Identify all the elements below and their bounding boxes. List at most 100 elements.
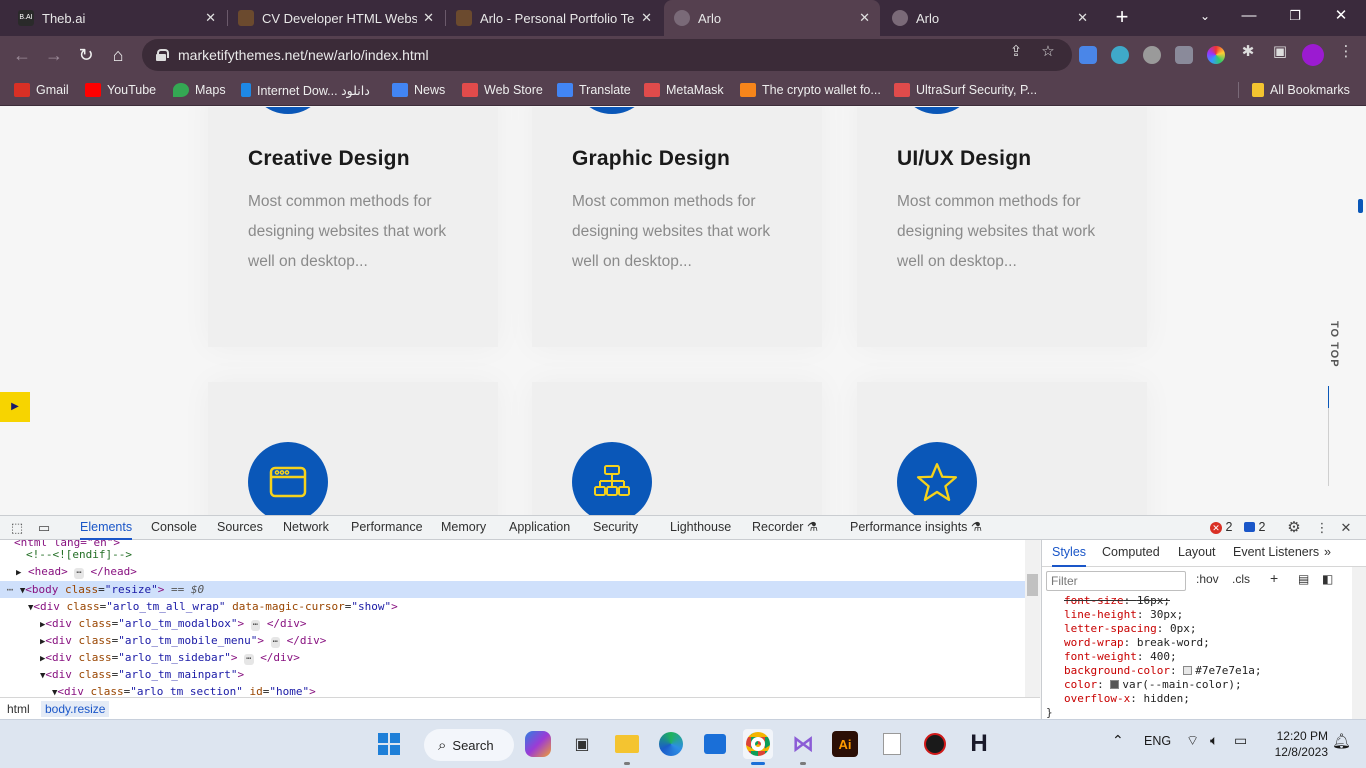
dom-node-div[interactable]: ▼<div class="arlo_tm_section" id="home"> <box>52 683 1040 697</box>
bookmark-internet-download[interactable]: Internet Dow... دانلود <box>241 80 370 100</box>
css-declaration[interactable]: font-size: 16px; <box>1064 594 1170 608</box>
dom-scrollbar[interactable] <box>1025 540 1040 697</box>
hover-state-toggle[interactable]: :hov <box>1196 572 1219 586</box>
tab-performance-insights[interactable]: Performance insights ⚗ <box>850 516 982 540</box>
browser-tab[interactable]: Arlo - Personal Portfolio Tem ✕ <box>446 0 662 36</box>
forward-button[interactable]: → <box>40 41 68 69</box>
notification-bell-icon[interactable]: 🔔︎ <box>1332 732 1351 750</box>
bookmark-star-icon[interactable]: ☆ <box>1038 42 1058 62</box>
close-tab-icon[interactable]: ✕ <box>859 10 870 26</box>
message-count[interactable]: 2 <box>1244 516 1265 540</box>
visual-studio-icon[interactable]: ⋈ <box>788 729 818 759</box>
close-devtools-icon[interactable]: ✕ <box>1337 519 1355 537</box>
service-card[interactable] <box>532 382 822 515</box>
new-rule-icon[interactable]: + <box>1270 570 1278 586</box>
service-card[interactable]: Graphic Design Most common methods for d… <box>532 107 822 347</box>
css-declaration[interactable]: background-color: #7e7e7e1a; <box>1064 664 1261 678</box>
task-view-icon[interactable]: ▣ <box>567 729 597 759</box>
tab-security[interactable]: Security <box>593 516 638 540</box>
service-card[interactable] <box>208 382 498 515</box>
extension-icon[interactable] <box>1111 46 1129 64</box>
styles-filter-input[interactable]: Filter <box>1046 571 1186 591</box>
menu-dots-icon[interactable]: ⋮ <box>1336 42 1356 62</box>
bookmark-maps[interactable]: Maps <box>173 80 226 100</box>
error-count[interactable]: ✕ 2 <box>1210 516 1232 540</box>
dom-node-div[interactable]: ▶<div class="arlo_tm_sidebar"> ⋯ </div> <box>40 649 1040 666</box>
tab-network[interactable]: Network <box>283 516 329 540</box>
wifi-icon[interactable]: ⌔ <box>1186 732 1199 750</box>
tab-recorder[interactable]: Recorder ⚗ <box>752 516 818 540</box>
file-explorer-icon[interactable] <box>612 729 642 759</box>
bookmark-youtube[interactable]: YouTube <box>85 80 156 100</box>
tab-layout[interactable]: Layout <box>1178 545 1216 567</box>
inspect-element-icon[interactable]: ⬚ <box>8 519 26 537</box>
tab-memory[interactable]: Memory <box>441 516 486 540</box>
close-tab-icon[interactable]: ✕ <box>641 10 652 26</box>
service-card[interactable] <box>857 382 1147 515</box>
css-declaration[interactable]: font-weight: 400; <box>1064 650 1177 664</box>
tab-styles[interactable]: Styles <box>1052 545 1087 567</box>
close-tab-icon[interactable]: ✕ <box>1077 10 1088 26</box>
chrome-icon[interactable] <box>743 729 773 759</box>
bookmark-news[interactable]: News <box>392 80 445 100</box>
tab-application[interactable]: Application <box>509 516 570 540</box>
h-app-icon[interactable]: H <box>964 729 994 759</box>
reload-button[interactable]: ↻ <box>72 41 100 69</box>
color-swatch[interactable] <box>1183 666 1193 675</box>
tab-lighthouse[interactable]: Lighthouse <box>670 516 731 540</box>
close-window-button[interactable]: ✕ <box>1318 0 1364 36</box>
browser-tab[interactable]: B.AI Theb.ai ✕ <box>8 0 226 36</box>
tab-sources[interactable]: Sources <box>217 516 263 540</box>
close-tab-icon[interactable]: ✕ <box>423 10 434 26</box>
css-declaration[interactable]: color: var(--main-color); <box>1064 678 1242 692</box>
file-icon[interactable] <box>877 729 907 759</box>
minimize-button[interactable]: — <box>1226 0 1272 36</box>
language-indicator[interactable]: ENG <box>1144 734 1171 748</box>
css-declaration[interactable]: overflow-x: hidden; <box>1064 692 1190 706</box>
devtools-menu-icon[interactable]: ⋮ <box>1313 519 1331 537</box>
dom-node-div[interactable]: ▶<div class="arlo_tm_modalbox"> ⋯ </div> <box>40 615 1040 632</box>
to-top-link[interactable]: TO TOP <box>1318 321 1340 368</box>
bookmark-translate[interactable]: Translate <box>557 80 631 100</box>
browser-tab[interactable]: CV Developer HTML Website ✕ <box>228 0 444 36</box>
illustrator-icon[interactable]: Ai <box>832 731 858 757</box>
app-icon[interactable] <box>920 729 950 759</box>
translate-extension-icon[interactable] <box>1079 46 1097 64</box>
dom-node-div[interactable]: ▶<div class="arlo_tm_mobile_menu"> ⋯ </d… <box>40 632 1040 649</box>
tab-search-icon[interactable]: ⌄ <box>1182 0 1228 36</box>
show-hidden-icons[interactable]: ⌃ <box>1112 732 1124 749</box>
service-card[interactable]: Creative Design Most common methods for … <box>208 107 498 347</box>
color-extension-icon[interactable] <box>1207 46 1225 64</box>
color-swatch[interactable] <box>1110 680 1120 689</box>
camera-extension-icon[interactable] <box>1143 46 1161 64</box>
profile-avatar[interactable] <box>1302 44 1324 66</box>
more-tabs-icon[interactable]: » <box>1324 545 1331 567</box>
bookmark-crypto-wallet[interactable]: The crypto wallet fo... <box>740 80 881 100</box>
css-declaration[interactable]: line-height: 30px; <box>1064 608 1183 622</box>
dom-scrollbar-thumb[interactable] <box>1027 574 1038 596</box>
bookmark-ultrasurf[interactable]: UltraSurf Security, P... <box>894 80 1037 100</box>
bookmark-metamask[interactable]: MetaMask <box>644 80 724 100</box>
bookmark-web-store[interactable]: Web Store <box>462 80 543 100</box>
device-toolbar-icon[interactable]: ▭ <box>35 519 53 537</box>
dom-node-div[interactable]: ▼<div class="arlo_tm_all_wrap" data-magi… <box>28 598 1040 615</box>
back-button[interactable]: ← <box>8 41 36 69</box>
css-declaration[interactable]: word-wrap: break-word; <box>1064 636 1210 650</box>
breadcrumb-html[interactable]: html <box>3 701 34 717</box>
browser-tab[interactable]: Arlo ✕ <box>882 0 1098 36</box>
battery-icon[interactable]: ▭ <box>1234 732 1247 749</box>
volume-icon[interactable]: 🔈︎ <box>1210 732 1218 749</box>
copilot-icon[interactable] <box>525 731 551 757</box>
tab-event-listeners[interactable]: Event Listeners <box>1233 545 1319 567</box>
element-state-icon[interactable]: ▤ <box>1298 572 1309 586</box>
dom-node-head[interactable]: ▶ <head> ⋯ </head> <box>16 563 1040 580</box>
settings-gear-icon[interactable]: ⚙ <box>1285 519 1303 537</box>
toggle-sidebar-icon[interactable]: ◧ <box>1322 572 1333 586</box>
dom-comment[interactable]: <!--<![endif]--> <box>26 546 1040 563</box>
clock[interactable]: 12:20 PM 12/8/2023 <box>1266 728 1328 760</box>
address-bar[interactable]: marketifythemes.net/new/arlo/index.html <box>142 39 1072 71</box>
puzzle-extensions-icon[interactable]: ✱ <box>1238 42 1258 62</box>
start-button[interactable] <box>374 729 404 759</box>
tab-computed[interactable]: Computed <box>1102 545 1160 567</box>
css-declaration[interactable]: letter-spacing: 0px; <box>1064 622 1196 636</box>
